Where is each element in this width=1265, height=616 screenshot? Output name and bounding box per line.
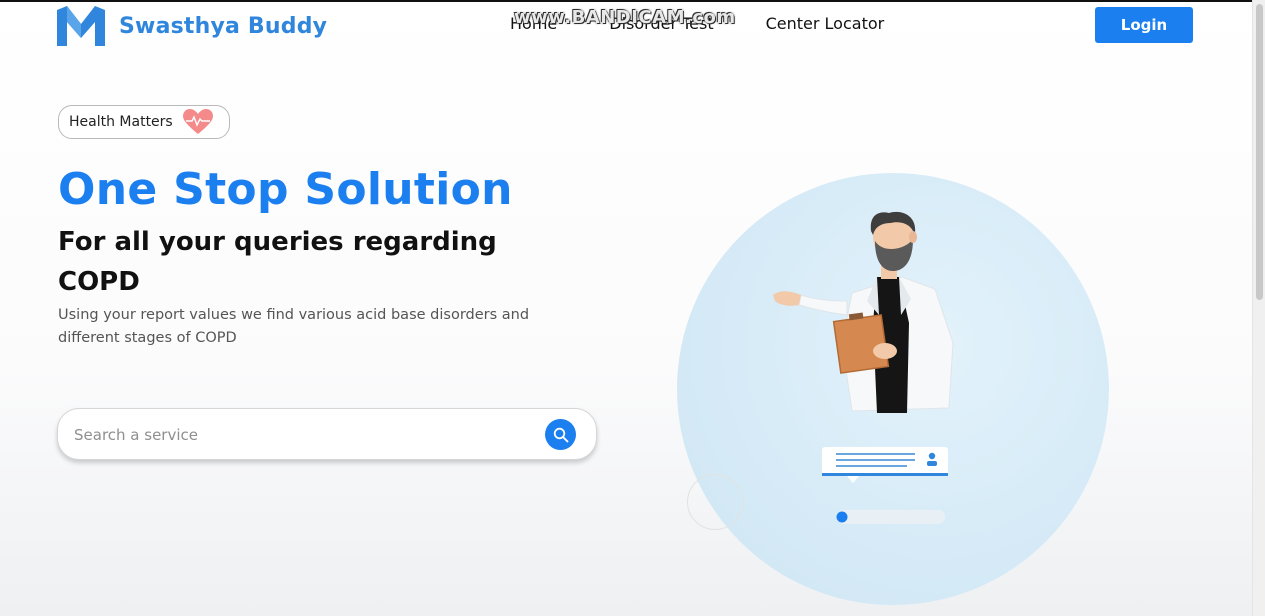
service-search-bar xyxy=(57,408,597,460)
recording-watermark: www.BANDICAM.com xyxy=(514,7,736,28)
progress-track xyxy=(837,510,945,524)
search-input[interactable] xyxy=(72,422,526,448)
progress-dot xyxy=(836,511,848,523)
hero-title: One Stop Solution xyxy=(58,164,513,215)
health-matters-badge: Health Matters xyxy=(58,105,230,139)
doctor-illustration xyxy=(773,211,954,524)
search-icon xyxy=(553,427,568,442)
nav-center-locator[interactable]: Center Locator xyxy=(766,14,885,33)
search-button[interactable] xyxy=(545,419,576,450)
hero-subtitle: For all your queries regarding COPD xyxy=(58,227,497,297)
brand-name: Swasthya Buddy xyxy=(119,13,328,39)
top-border xyxy=(0,0,1265,2)
hero-description: Using your report values we find various… xyxy=(58,307,530,346)
user-avatar-icon xyxy=(928,452,936,460)
m-logo-icon xyxy=(57,6,105,46)
login-button[interactable]: Login xyxy=(1095,7,1193,43)
page-scrollbar[interactable] xyxy=(1252,0,1265,616)
heart-icon xyxy=(182,109,213,134)
doctor-arm xyxy=(798,294,848,316)
doctor-hand xyxy=(773,291,801,306)
badge-label: Health Matters xyxy=(69,114,173,130)
brand-logo[interactable]: Swasthya Buddy xyxy=(57,6,327,46)
scrollbar-thumb[interactable] xyxy=(1256,4,1263,300)
